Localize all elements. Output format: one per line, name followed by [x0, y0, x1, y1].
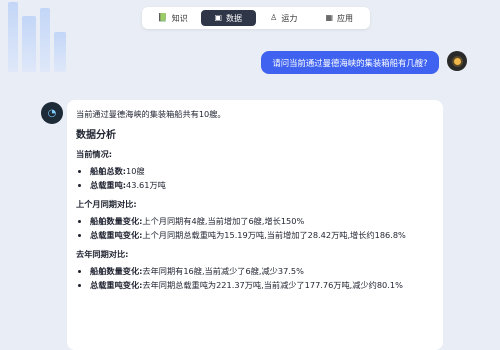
- tab-data[interactable]: ▣ 数据: [200, 10, 256, 26]
- tab-label: 知识: [171, 13, 188, 23]
- last-month-title: 上个月同期对比:: [76, 199, 137, 209]
- list-item: 船舶数量变化:去年同期有16艘,当前减少了6艘,减少37.5%: [90, 265, 434, 278]
- answer-summary: 当前通过曼德海峡的集装箱船共有10艘。: [76, 109, 226, 119]
- last-month-list: 船舶数量变化:上个月同期有4艘,当前增加了6艘,增长150% 总载重吨变化:上个…: [76, 215, 434, 242]
- book-icon: 📗: [157, 13, 168, 22]
- list-item: 总载重吨变化:去年同期总载重吨为221.37万吨,当前减少了177.76万吨,减…: [90, 279, 434, 292]
- list-item: 船舶总数:10艘: [90, 165, 434, 178]
- tab-knowledge[interactable]: 📗 知识: [145, 10, 201, 26]
- tab-label: 应用: [337, 13, 354, 23]
- user-message-bubble: 请问当前通过曼德海峡的集装箱船有几艘?: [261, 51, 439, 74]
- current-title: 当前情况:: [76, 149, 113, 159]
- assistant-avatar: ◔: [41, 102, 63, 124]
- last-year-title: 去年同期对比:: [76, 249, 129, 259]
- section-title: 数据分析: [76, 130, 116, 141]
- list-item: 船舶数量变化:上个月同期有4艘,当前增加了6艘,增长150%: [90, 215, 434, 228]
- bot-logo-icon: ◔: [47, 107, 57, 119]
- list-item: 总载重吨:43.61万吨: [90, 179, 434, 192]
- current-list: 船舶总数:10艘 总载重吨:43.61万吨: [76, 165, 434, 192]
- list-item: 总载重吨变化:上个月同期总载重吨为15.19万吨,当前增加了28.42万吨,增长…: [90, 229, 434, 242]
- ship-icon: ♙: [270, 13, 278, 22]
- tab-capacity[interactable]: ♙ 运力: [256, 10, 312, 26]
- user-avatar: [447, 51, 467, 71]
- tab-apps[interactable]: ▦ 应用: [312, 10, 368, 26]
- background-decoration: [0, 0, 80, 72]
- apps-icon: ▦: [325, 13, 334, 22]
- last-year-list: 船舶数量变化:去年同期有16艘,当前减少了6艘,减少37.5% 总载重吨变化:去…: [76, 265, 434, 292]
- assistant-answer-card: 当前通过曼德海峡的集装箱船共有10艘。 数据分析 当前情况: 船舶总数:10艘 …: [67, 100, 443, 350]
- top-tab-bar: 📗 知识 ▣ 数据 ♙ 运力 ▦ 应用: [142, 7, 370, 29]
- tab-label: 运力: [281, 13, 298, 23]
- database-icon: ▣: [214, 13, 223, 22]
- tab-label: 数据: [226, 13, 243, 23]
